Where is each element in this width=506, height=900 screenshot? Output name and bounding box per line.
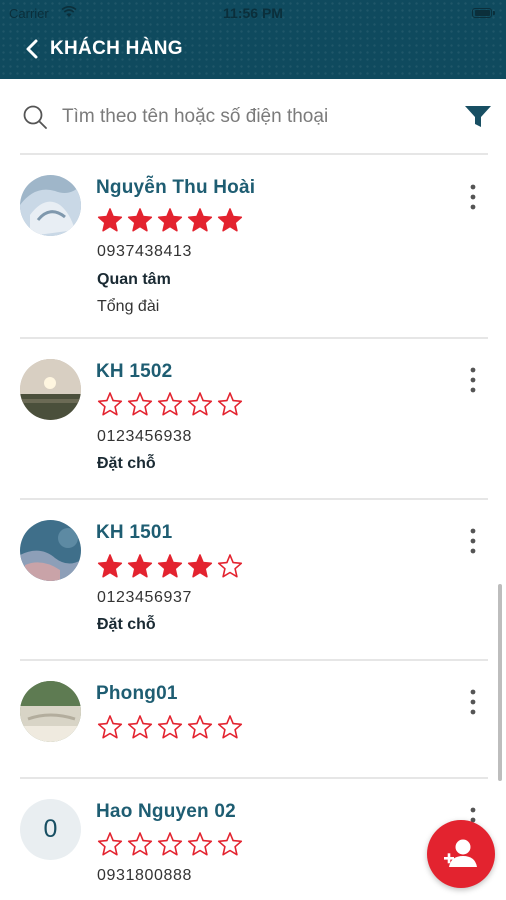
rating-stars <box>97 207 247 233</box>
customer-avatar <box>20 359 81 420</box>
status-bar: Carrier 11:56 PM <box>0 0 506 26</box>
search-input[interactable] <box>62 101 442 133</box>
add-customer-button[interactable] <box>427 820 495 888</box>
clock: 11:56 PM <box>223 5 283 21</box>
customer-name: Phong01 <box>96 683 178 704</box>
star-outline-icon <box>97 832 123 856</box>
star-outline-icon <box>217 392 243 416</box>
customer-name: KH 1501 <box>96 522 173 543</box>
customer-list-item[interactable] <box>0 500 506 659</box>
customer-list-item[interactable] <box>0 339 506 499</box>
customer-name: Hao Nguyen 02 <box>96 801 236 822</box>
star-filled-icon <box>157 208 183 232</box>
customer-name: Nguyễn Thu Hoài <box>96 177 256 198</box>
customer-source: Tổng đài <box>97 298 160 315</box>
customer-phone: 0123456937 <box>97 589 192 606</box>
customer-status: Quan tâm <box>97 271 171 288</box>
customer-status: Đặt chỗ <box>97 616 156 633</box>
star-filled-icon <box>127 208 153 232</box>
star-outline-icon <box>157 832 183 856</box>
star-outline-icon <box>187 832 213 856</box>
star-outline-icon <box>97 392 123 416</box>
star-outline-icon <box>157 715 183 739</box>
star-outline-icon <box>127 392 153 416</box>
star-outline-icon <box>97 715 123 739</box>
customer-avatar: 0 <box>20 799 81 860</box>
rating-stars <box>97 553 247 579</box>
star-filled-icon <box>217 208 243 232</box>
customer-phone: 0937438413 <box>97 243 192 260</box>
rating-stars <box>97 831 247 857</box>
star-filled-icon <box>97 208 123 232</box>
page-title: KHÁCH HÀNG <box>50 38 183 59</box>
filter-icon[interactable] <box>463 101 493 131</box>
star-filled-icon <box>157 554 183 578</box>
star-outline-icon <box>217 715 243 739</box>
star-outline-icon <box>157 392 183 416</box>
star-outline-icon <box>187 392 213 416</box>
customer-phone: 0931800888 <box>97 867 192 884</box>
customer-name: KH 1502 <box>96 361 173 382</box>
customer-status: Đặt chỗ <box>97 455 156 472</box>
star-filled-icon <box>187 208 213 232</box>
more-options-icon[interactable] <box>464 688 482 716</box>
battery-icon <box>472 8 492 18</box>
star-filled-icon <box>97 554 123 578</box>
rating-stars <box>97 714 247 740</box>
customer-avatar <box>20 681 81 742</box>
star-outline-icon <box>217 832 243 856</box>
search-icon <box>23 105 47 129</box>
star-filled-icon <box>127 554 153 578</box>
star-filled-icon <box>187 554 213 578</box>
battery-tip <box>493 11 495 15</box>
more-options-icon[interactable] <box>464 527 482 555</box>
add-user-icon <box>444 839 477 867</box>
customer-phone: 0123456938 <box>97 428 192 445</box>
star-outline-icon <box>127 832 153 856</box>
more-options-icon[interactable] <box>464 366 482 394</box>
customer-avatar <box>20 520 81 581</box>
chevron-left-icon[interactable] <box>22 37 44 61</box>
star-outline-icon <box>217 554 243 578</box>
scrollbar[interactable] <box>498 584 502 781</box>
star-outline-icon <box>187 715 213 739</box>
more-options-icon[interactable] <box>464 183 482 211</box>
rating-stars <box>97 391 247 417</box>
customer-avatar <box>20 175 81 236</box>
star-outline-icon <box>127 715 153 739</box>
